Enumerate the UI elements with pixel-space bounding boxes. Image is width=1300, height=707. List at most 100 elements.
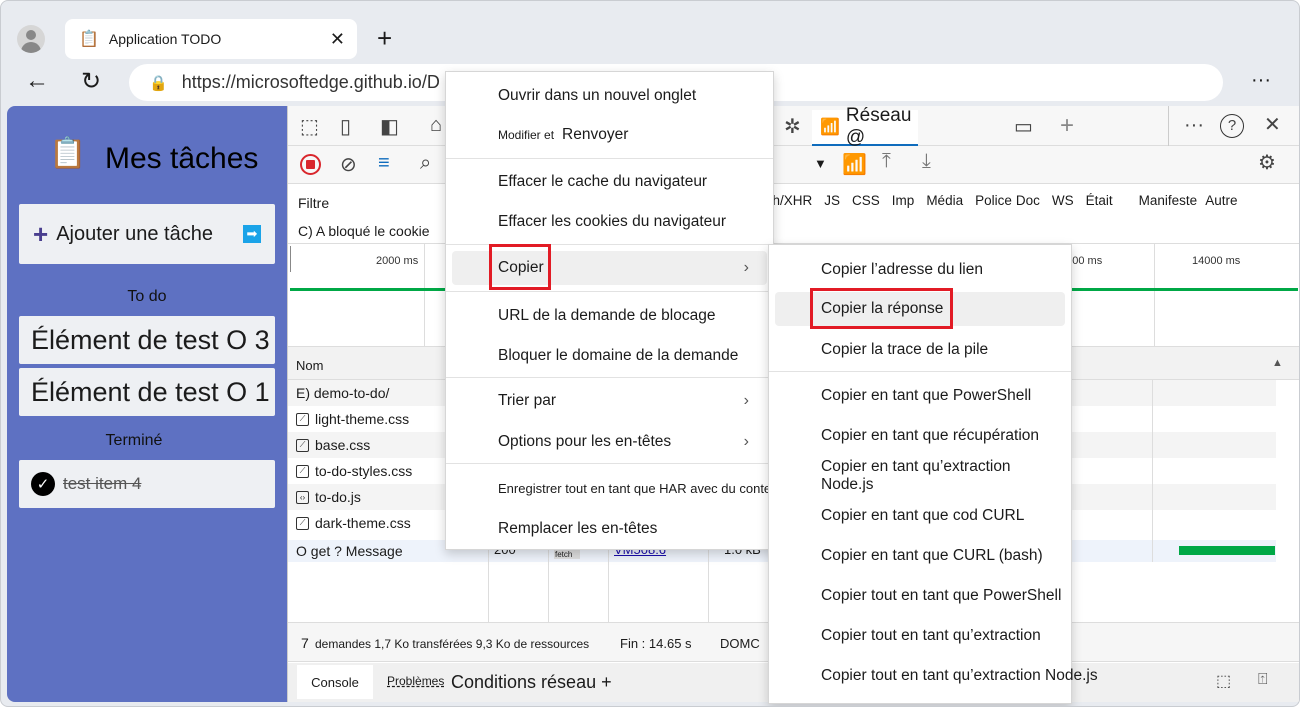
more-tools-icon[interactable]: ···	[1184, 114, 1204, 137]
done-item-label: test item 4	[63, 474, 142, 493]
menu-label: Copier en tant qu’extraction Node.js	[821, 458, 1011, 493]
menu-label: Copier tout en tant que PowerShell	[821, 587, 1062, 604]
network-conditions-icon[interactable]: 📶	[842, 152, 867, 177]
filter-type[interactable]: Était	[1086, 193, 1113, 208]
todo-item-label: Élément de test O 1	[31, 376, 270, 407]
filter-type[interactable]: Média	[926, 193, 963, 208]
submenu-item[interactable]: Copier l’adresse du lien	[775, 253, 1065, 287]
checkmark-icon[interactable]: ✓	[31, 472, 55, 496]
menu-label: Copier en tant que PowerShell	[821, 387, 1032, 404]
css-file-icon: ⟋	[296, 412, 309, 426]
tab-network-label: Réseau @	[845, 105, 912, 148]
dock-icon[interactable]: ◧	[380, 114, 399, 139]
undock-drawer-icon[interactable]: ⬚	[1216, 671, 1231, 691]
add-task-button[interactable]: + Ajouter une tâche ➡	[19, 204, 275, 264]
close-icon[interactable]: ✕	[330, 29, 345, 50]
filter-type[interactable]: Manifeste	[1139, 193, 1198, 208]
inspect-icon[interactable]: ⬚	[300, 114, 319, 139]
menu-item-header-options[interactable]: Options pour les en-têtes ›	[452, 425, 767, 459]
refresh-icon[interactable]: ↻	[81, 67, 101, 96]
menu-item-save-har[interactable]: Enregistrer tout en tant que HAR avec du…	[452, 471, 786, 505]
add-tab-icon[interactable]: +	[1060, 112, 1074, 140]
filter-icon[interactable]: ≡	[378, 152, 390, 175]
chevron-right-icon: ›	[743, 433, 749, 450]
profile-icon[interactable]	[17, 25, 45, 53]
search-icon[interactable]: ⌕	[420, 152, 431, 175]
menu-item-sort-by[interactable]: Trier par ›	[452, 384, 767, 418]
upload-icon[interactable]: ⤒	[882, 150, 891, 173]
filter-type[interactable]: JS	[824, 193, 840, 208]
menu-label: Copier en tant que cod CURL	[821, 507, 1025, 524]
menu-item-clear-cookies[interactable]: Effacer les cookies du navigateur	[452, 205, 767, 239]
tab-network-conditions[interactable]: Conditions réseau +	[451, 672, 612, 693]
download-icon[interactable]: ⤓	[922, 150, 931, 173]
css-file-icon: ⟋	[296, 464, 309, 478]
submenu-item[interactable]: Copier en tant qu’extraction Node.js	[775, 458, 1065, 493]
todo-app: 📋 Mes tâches + Ajouter une tâche ➡ To do…	[7, 106, 287, 702]
clipboard-icon: 📋	[49, 137, 87, 170]
home-icon[interactable]: ⌂	[430, 114, 442, 137]
filter-type[interactable]: Autre	[1205, 193, 1237, 208]
filter-type[interactable]: Doc	[1016, 193, 1040, 208]
filter-type[interactable]: Police	[975, 193, 1012, 208]
submenu-item[interactable]: Copier en tant que récupération	[775, 419, 1065, 453]
request-type: fetch	[554, 550, 581, 559]
close-devtools-icon[interactable]: ✕	[1264, 112, 1281, 137]
device-emulation-icon[interactable]: ▯	[340, 114, 351, 139]
menu-item-clear-cache[interactable]: Effacer le cache du navigateur	[452, 165, 767, 199]
menu-label: Modifier et	[498, 128, 555, 142]
filter-type[interactable]: WS	[1052, 193, 1074, 208]
menu-item-override-headers[interactable]: Remplacer les en-têtes	[452, 512, 767, 546]
copy-submenu: Copier l’adresse du lien Copier la répon…	[768, 244, 1098, 704]
help-icon[interactable]: ?	[1220, 114, 1244, 138]
filter-type[interactable]: Imp	[892, 193, 915, 208]
submenu-item[interactable]: Copier en tant que cod CURL	[775, 499, 1065, 533]
panel-icon[interactable]: ▭	[1014, 114, 1033, 139]
devtools-tabbar: ⬚ ▯ ◧ ⌂ ✲ 📶 Réseau @ ▭ + ··· ? ✕	[288, 105, 1299, 148]
column-name[interactable]: Nom	[296, 358, 323, 373]
record-icon[interactable]	[300, 154, 321, 175]
bug-icon[interactable]: ✲	[784, 114, 801, 139]
submenu-item[interactable]: Copier en tant que CURL (bash)	[775, 539, 1065, 573]
menu-item-edit-resend[interactable]: Modifier et Renvoyer	[452, 118, 767, 152]
menu-label: Effacer les cookies du navigateur	[498, 213, 727, 230]
menu-item-block-domain[interactable]: Bloquer le domaine de la demande	[452, 339, 767, 373]
clear-icon[interactable]: ⊘	[340, 152, 357, 177]
filter-type[interactable]: CSS	[852, 193, 880, 208]
request-count: 7	[301, 635, 309, 651]
add-task-label: Ajouter une tâche	[56, 222, 213, 245]
submenu-item[interactable]: Copier en tant que PowerShell	[775, 379, 1065, 413]
timeline-tick: 2000 ms	[376, 255, 419, 267]
menu-item-block-url[interactable]: URL de la demande de blocage	[452, 299, 767, 333]
done-item[interactable]: ✓ test item 4	[19, 460, 275, 508]
submenu-item[interactable]: Copier tout en tant que PowerShell	[775, 579, 1065, 613]
expand-drawer-icon[interactable]: ⍐	[1258, 671, 1268, 689]
request-name: E) demo-to-do/	[296, 385, 390, 401]
browser-tab[interactable]: 📋 Application TODO ✕	[65, 19, 357, 59]
menu-label: Renvoyer	[562, 126, 629, 143]
submenu-item[interactable]: Copier tout en tant qu’extraction	[775, 619, 1065, 653]
todo-item[interactable]: Élément de test O 1	[19, 368, 275, 416]
new-tab-icon[interactable]: +	[377, 23, 392, 54]
url-text: https://microsoftedge.github.io/D	[181, 72, 440, 92]
back-icon[interactable]: ←	[25, 67, 49, 95]
menu-item-open-new-tab[interactable]: Ouvrir dans un nouvel onglet	[452, 79, 767, 113]
submenu-item[interactable]: Copier tout en tant qu’extraction Node.j…	[775, 659, 1098, 693]
todo-item[interactable]: Élément de test O 3	[19, 316, 275, 364]
sort-icon[interactable]: ▲	[1272, 357, 1283, 369]
request-name: to-do.js	[315, 489, 361, 505]
tab-network[interactable]: 📶 Réseau @	[812, 105, 918, 148]
menu-label: Copier tout en tant qu’extraction	[821, 627, 1041, 644]
blocked-cookie-checkbox[interactable]: C) A bloqué le cookie	[298, 223, 430, 239]
tab-problems[interactable]: Problèmes	[387, 674, 444, 688]
filter-input[interactable]: Filtre	[298, 195, 329, 211]
request-name: O get ? Message	[296, 543, 403, 559]
menu-label: Ouvrir dans un nouvel onglet	[498, 87, 697, 104]
settings-icon[interactable]: ⚙	[1258, 150, 1276, 175]
throttle-dropdown-icon[interactable]: ▼	[814, 156, 827, 171]
more-icon[interactable]: ···	[1251, 69, 1271, 92]
timeline-tick: 14000 ms	[1192, 255, 1241, 267]
tab-console[interactable]: Console	[297, 665, 373, 699]
clipboard-icon: 📋	[79, 31, 99, 48]
submenu-item[interactable]: Copier la trace de la pile	[775, 333, 1065, 367]
